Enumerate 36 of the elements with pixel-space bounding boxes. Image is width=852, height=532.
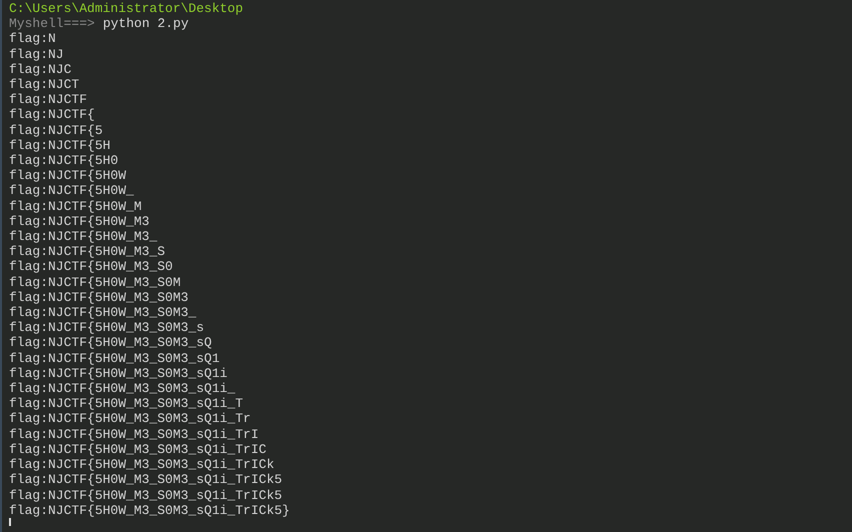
output-line: flag:NJCTF{5H0W_M3_S0M3_sQ1i_T [9, 396, 244, 412]
output-line: flag:NJCTF{5H0W_M3_S0M [9, 274, 181, 290]
shell-prompt: Myshell===> [9, 16, 95, 32]
output-line: flag:NJCTF{5H0W_M3_S0M3_sQ1i_TrICk [9, 457, 274, 472]
output-line: flag:NJ [9, 46, 64, 62]
output-line: flag:NJCTF{5H0W_M3_S0M3_sQ1i_TrIC [9, 442, 266, 458]
output-line: flag:NJCTF{5H0W_M3_S0M3_s [9, 320, 204, 336]
output-line: flag:NJCTF{5H0W_M3_S0M3_sQ1i_TrICk5 [9, 472, 282, 488]
output-line: flag:NJCTF{5H0W_M3_S0M3_ [9, 305, 196, 320]
command-text: python 2.py [102, 16, 189, 32]
output-line: flag:NJCTF{5H0W_M3 [9, 214, 150, 230]
output-line: flag:NJCTF{5H0 [9, 153, 118, 168]
output-line: flag:N [9, 31, 56, 47]
output-line: flag:NJCTF{5H0W_M3_S0M3_sQ1i_TrI [9, 426, 259, 442]
output-line: flag:NJCTF{5H [9, 138, 110, 154]
output-line: flag:NJCTF{5H0W_M3_S0M3_sQ [9, 335, 212, 351]
output-line: flag:NJCTF{5H0W_M3_S0M3_sQ1i [9, 366, 228, 382]
output-line: flag:NJCTF{5H0W_M [9, 198, 142, 214]
output-line: flag:NJCTF{5H0W_M3_S [9, 244, 166, 260]
output-line: flag:NJC [9, 62, 72, 78]
output-line: flag:NJCTF{5H0W [9, 168, 126, 184]
output-line: flag:NJCTF{5H0W_ [9, 183, 134, 199]
output-line: flag:NJCTF{5H0W_M3_S0M3_sQ1 [9, 350, 220, 366]
output-line: flag:NJCTF{5H0W_M3_S0 [9, 259, 173, 275]
output-line: flag:NJCTF{5H0W_M3_S0M3_sQ1i_TrICk5 [9, 488, 282, 503]
output-line: flag:NJCTF [9, 92, 88, 108]
output-line: flag:NJCTF{5H0W_M3_ [9, 229, 158, 244]
output-line: flag:NJCTF{5H0W_M3_S0M3 [9, 290, 188, 306]
text-cursor [9, 518, 11, 526]
output-line: flag:NJCT [9, 77, 80, 92]
output-line: flag:NJCTF{5 [9, 122, 103, 138]
path-line: C:\Users\Administrator\Desktop [9, 1, 244, 16]
output-line: flag:NJCTF{5H0W_M3_S0M3_sQ1i_ [9, 381, 236, 396]
output-line: flag:NJCTF{ [9, 107, 95, 123]
output-line: flag:NJCTF{5H0W_M3_S0M3_sQ1i_Tr [9, 411, 251, 427]
output-line: flag:NJCTF{5H0W_M3_S0M3_sQ1i_TrICk5} [9, 502, 290, 518]
